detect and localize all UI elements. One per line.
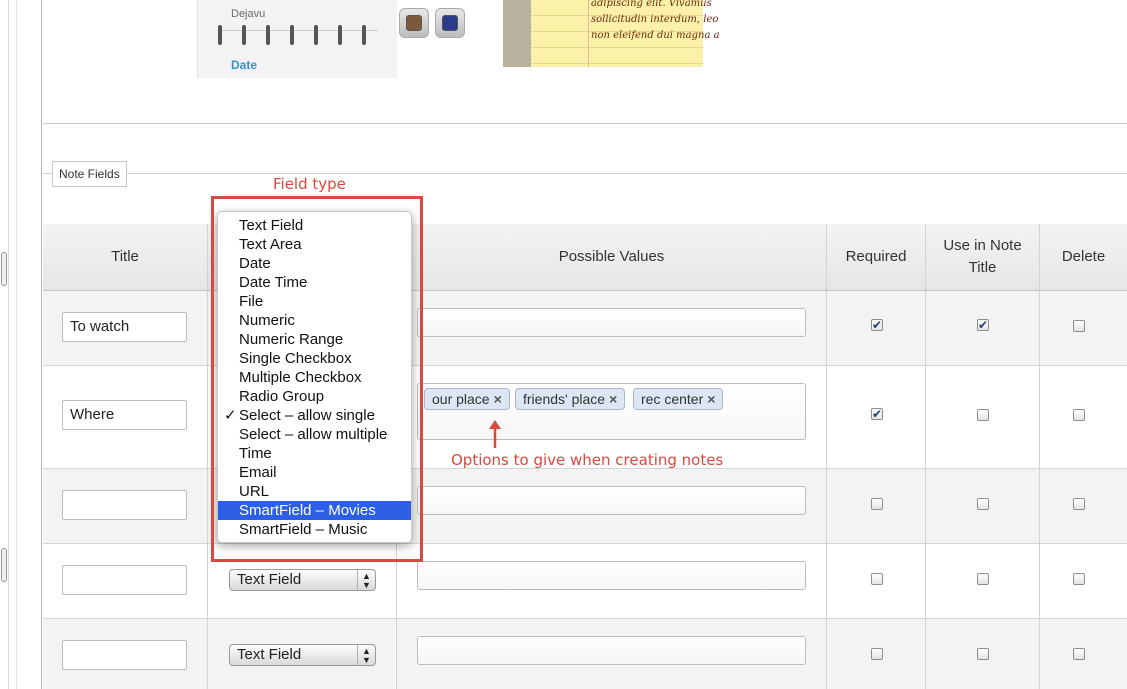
updown-arrows-icon: ▲ ▼ (357, 570, 375, 590)
delete-checkbox[interactable] (1073, 320, 1085, 332)
header-possible-values: Possible Values (397, 224, 827, 290)
header-use-in-title: Use in Note Title (926, 224, 1040, 290)
dropdown-option[interactable]: Multiple Checkbox (218, 368, 411, 387)
dropdown-option[interactable]: Numeric Range (218, 330, 411, 349)
app-window: Dejavu Date adipiscing elit. Vivamus sol… (0, 0, 1127, 689)
dropdown-option[interactable]: SmartField – Movies (218, 501, 411, 520)
title-input[interactable]: To watch (62, 312, 187, 342)
checkmark-icon: ✓ (224, 407, 237, 424)
dropdown-option[interactable]: Email (218, 463, 411, 482)
header-delete: Delete (1061, 248, 1106, 265)
use-in-title-checkbox[interactable] (977, 648, 989, 660)
resize-handle[interactable] (1, 548, 7, 582)
values-input[interactable] (417, 486, 806, 515)
title-input[interactable]: Where (62, 400, 187, 430)
header-required: Required (827, 224, 926, 290)
dropdown-option[interactable]: SmartField – Music (218, 520, 411, 539)
dropdown-option[interactable]: Text Field (218, 216, 411, 235)
spiral-binding (218, 25, 378, 52)
dropdown-option[interactable]: Numeric (218, 311, 411, 330)
dropdown-option[interactable]: File (218, 292, 411, 311)
dropdown-option[interactable]: Radio Group (218, 387, 411, 406)
fieldset-border (43, 173, 1127, 174)
delete-checkbox[interactable] (1073, 648, 1085, 660)
table-row (43, 469, 1127, 544)
theme-name: Dejavu (231, 8, 266, 20)
values-input[interactable] (417, 636, 806, 665)
dropdown-option[interactable]: URL (218, 482, 411, 501)
remove-tag-icon[interactable]: × (707, 391, 715, 407)
date-label: Date (231, 58, 258, 72)
title-input[interactable] (62, 565, 187, 595)
remove-tag-icon[interactable]: × (609, 391, 617, 407)
left-gutter (0, 0, 42, 689)
dropdown-option[interactable]: Select – allow multiple (218, 425, 411, 444)
dropdown-option[interactable]: Text Area (218, 235, 411, 254)
color-swatch-brown[interactable] (399, 8, 429, 38)
resize-handle[interactable] (1, 252, 7, 286)
required-checkbox[interactable]: ✔ (871, 408, 883, 420)
required-checkbox[interactable] (871, 498, 883, 510)
dropdown-option[interactable]: Time (218, 444, 411, 463)
annotation-options-hint: Options to give when creating notes (451, 451, 724, 469)
annotation-arrow-icon (489, 420, 501, 448)
dropdown-option[interactable]: Single Checkbox (218, 349, 411, 368)
required-checkbox[interactable] (871, 573, 883, 585)
type-select[interactable]: Text Field ▲ ▼ (229, 644, 376, 666)
type-select[interactable]: Text Field ▲ ▼ (229, 569, 376, 591)
required-checkbox[interactable]: ✔ (871, 319, 883, 331)
theme-card[interactable]: Dejavu Date (197, 0, 397, 78)
delete-checkbox[interactable] (1073, 409, 1085, 421)
required-checkbox[interactable] (871, 648, 883, 660)
annotation-field-type: Field type (273, 175, 346, 193)
use-in-title-checkbox[interactable] (977, 409, 989, 421)
use-in-title-checkbox[interactable] (977, 573, 989, 585)
remove-tag-icon[interactable]: × (494, 391, 502, 407)
dropdown-option[interactable]: Date (218, 254, 411, 273)
values-input[interactable]: our place × friends' place × rec center × (417, 383, 806, 440)
table-row: Text Field ▲ ▼ (43, 619, 1127, 689)
sample-text: adipiscing elit. Vivamus sollicitudin in… (591, 0, 720, 41)
values-input[interactable] (417, 561, 806, 590)
table-row: Text Field ▲ ▼ (43, 544, 1127, 619)
updown-arrows-icon: ▲ ▼ (357, 645, 375, 665)
table-header: Title Type Possible Values Required Use … (43, 224, 1127, 291)
value-tag: rec center × (633, 388, 724, 410)
table-row: To watch ✔ ✔ (43, 291, 1127, 366)
dropdown-option[interactable]: ✓ Select – allow single (218, 406, 411, 425)
use-in-title-checkbox[interactable]: ✔ (977, 319, 989, 331)
dropdown-option[interactable]: Date Time (218, 273, 411, 292)
delete-checkbox[interactable] (1073, 498, 1085, 510)
color-swatch-blue[interactable] (435, 8, 465, 38)
values-input[interactable] (417, 308, 806, 337)
delete-checkbox[interactable] (1073, 573, 1085, 585)
field-type-dropdown[interactable]: Text Field Text Area Date Date Time File Nume… (217, 211, 412, 543)
title-input[interactable] (62, 490, 187, 520)
theme-preview: Dejavu Date adipiscing elit. Vivamus sol… (43, 0, 1127, 124)
header-title: Title (43, 224, 208, 290)
notepad-preview: adipiscing elit. Vivamus sollicitudin in… (503, 0, 720, 67)
fieldset-legend: Note Fields (52, 161, 127, 187)
title-input[interactable] (62, 640, 187, 670)
use-in-title-checkbox[interactable] (977, 498, 989, 510)
value-tag: friends' place × (515, 388, 626, 410)
value-tag: our place × (424, 388, 510, 410)
